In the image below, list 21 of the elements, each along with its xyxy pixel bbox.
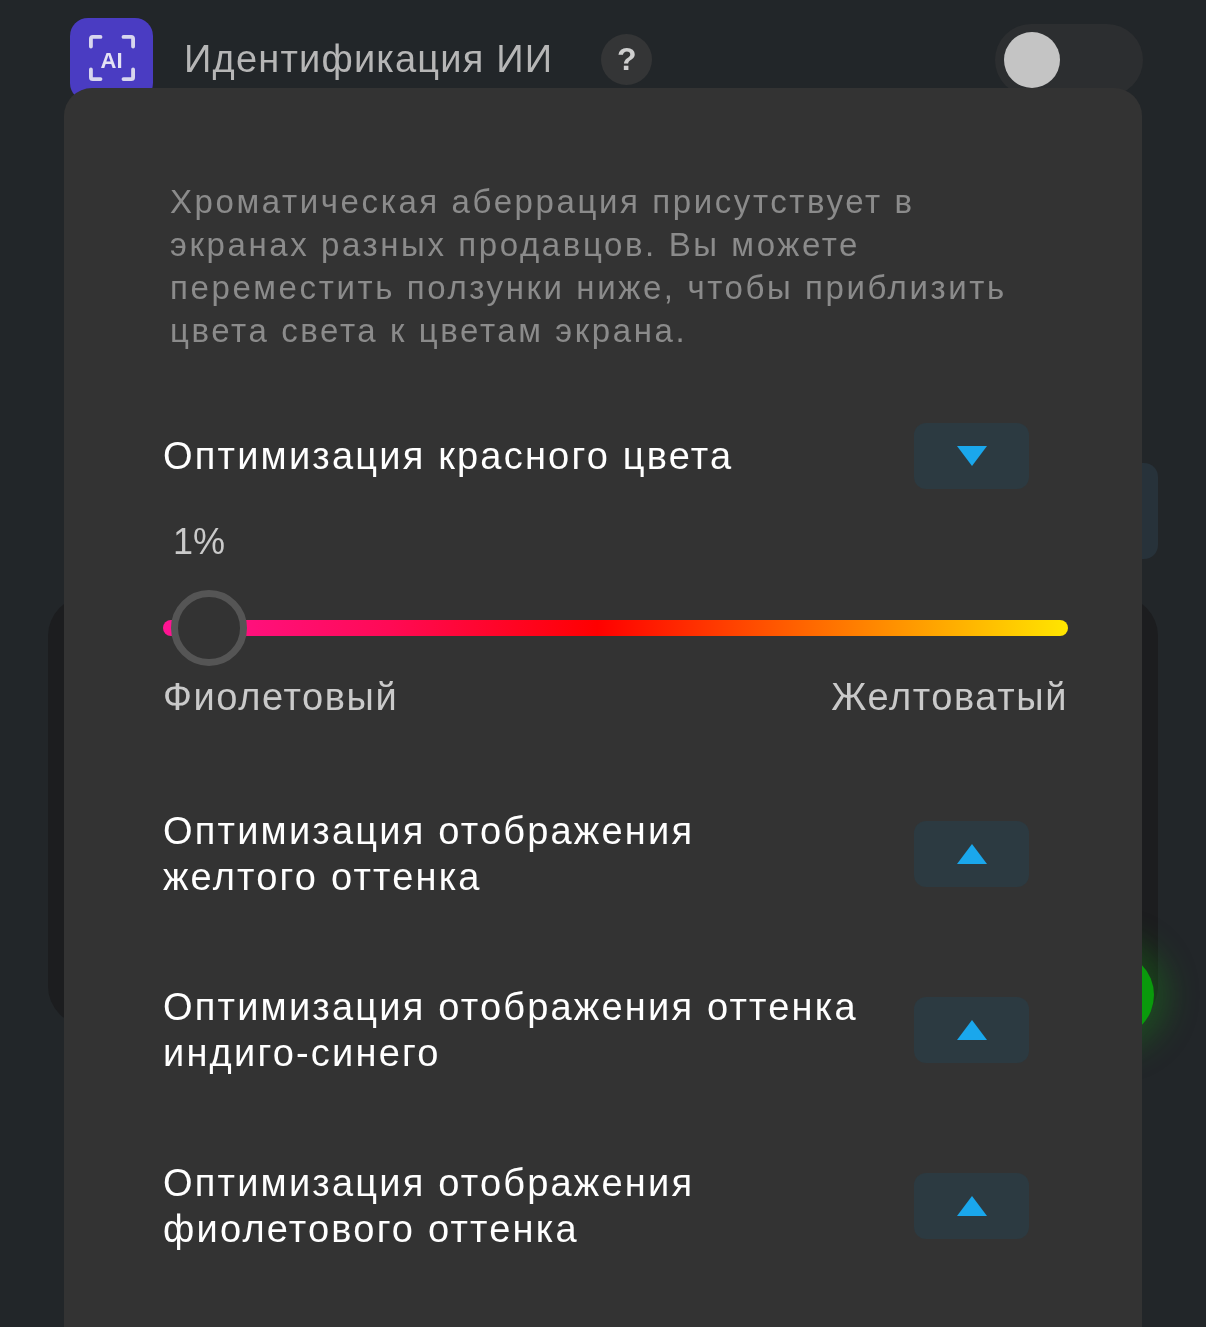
slider-value: 1% [173, 520, 227, 564]
slider-max-label: Желтоватый [831, 675, 1068, 719]
section-title: Оптимизация красного цвета [163, 434, 735, 479]
logo-text: AI [100, 48, 123, 73]
expand-button[interactable] [914, 423, 1029, 489]
section-title: Оптимизация отображения фиолетового оттенка [163, 1161, 696, 1252]
caret-up-icon [956, 844, 987, 864]
caret-down-icon [956, 446, 987, 466]
description-text: Хроматическая аберрация присутствует в экранах разных продавцов. Вы можете переместить ползунки ниже, чтобы приблизить цвета света к цветам экрана. [170, 182, 1008, 351]
expand-button[interactable] [914, 821, 1029, 887]
expand-button[interactable] [914, 997, 1029, 1063]
setting-title: Идентификация ИИ [184, 38, 554, 81]
slider-min-label: Фиолетовый [163, 675, 399, 719]
frame-brackets-icon [89, 35, 135, 81]
section-title: Оптимизация отображения желтого оттенка [163, 809, 696, 900]
slider-track[interactable] [163, 590, 1068, 666]
caret-up-icon [956, 1196, 987, 1216]
caret-up-icon [956, 1020, 987, 1040]
section-title: Оптимизация отображения оттенка индиго-синего [163, 985, 859, 1076]
help-button[interactable]: ? [601, 34, 653, 85]
expand-button[interactable] [914, 1173, 1029, 1239]
